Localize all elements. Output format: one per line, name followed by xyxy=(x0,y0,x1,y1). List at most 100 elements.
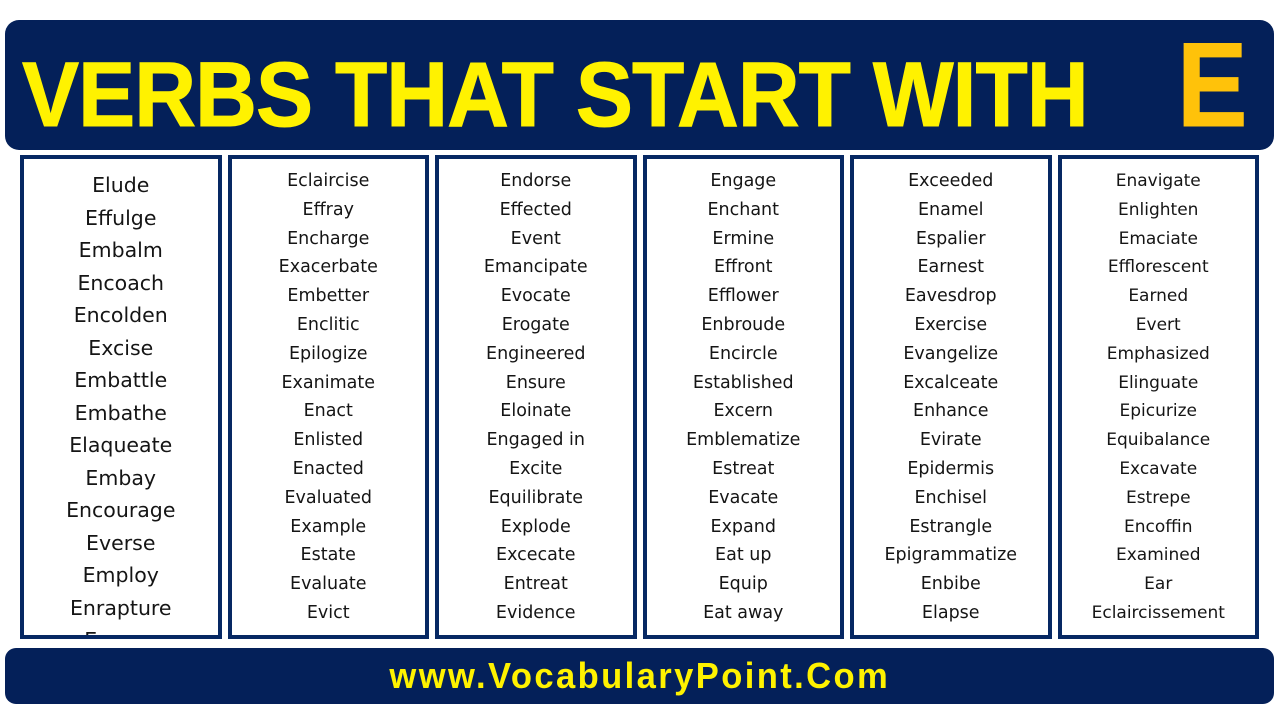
word-item: Excecate xyxy=(496,545,576,566)
word-item: Encoach xyxy=(77,270,165,295)
word-item: Enchisel xyxy=(914,487,987,508)
word-item: Espalier xyxy=(915,228,986,249)
word-item: Escape xyxy=(84,624,157,635)
word-item: Embalm xyxy=(78,238,163,262)
word-item: Enavigate xyxy=(1115,171,1201,191)
word-column-3: Endorse Effected Event Emancipate Evocate Ero… xyxy=(435,155,637,639)
word-column-2: Eclaircise Effray Encharge Exacerbate Embett… xyxy=(227,155,429,639)
page-title-main: VERBS THAT START WITH xyxy=(21,44,1089,146)
word-item: Exceeded xyxy=(908,171,994,191)
header-banner: VERBS THAT START WITH E xyxy=(5,20,1274,150)
word-column-4: Engage Enchant Ermine Effront Efflower Enbrou… xyxy=(642,155,844,639)
word-item: Engineered xyxy=(486,343,586,364)
word-item: Embattle xyxy=(74,368,168,392)
word-item: Expand xyxy=(710,516,776,537)
word-item: Enamel xyxy=(917,199,984,220)
word-item: Encoffin xyxy=(1124,516,1193,537)
word-item: Excern xyxy=(713,401,773,422)
word-item: Eat away xyxy=(703,602,784,623)
word-item: Earnest xyxy=(917,257,984,278)
word-item: Enhance xyxy=(913,401,989,422)
word-item: Enact xyxy=(303,401,353,422)
word-item: Eat up xyxy=(715,545,772,566)
word-item: Employ xyxy=(82,563,159,587)
word-item: Enlighten xyxy=(1118,199,1199,220)
word-item: Everse xyxy=(86,530,156,555)
word-item: Equilibrate xyxy=(488,487,584,508)
word-item: Evocate xyxy=(500,286,571,307)
word-item: Encircle xyxy=(708,343,778,364)
word-item: Epigrammatize xyxy=(884,545,1018,566)
word-item: Efflower xyxy=(707,286,779,307)
word-item: Enchant xyxy=(707,199,780,220)
word-item: Ear xyxy=(1144,574,1173,595)
word-item: Emphasized xyxy=(1106,343,1210,364)
page-title: VERBS THAT START WITH E xyxy=(5,20,1274,150)
word-item: Endorse xyxy=(500,171,572,191)
word-item: Exercise xyxy=(914,314,988,335)
word-item: Evangelize xyxy=(903,343,999,364)
word-item: Epicurize xyxy=(1119,401,1197,422)
word-item: Eloinate xyxy=(500,401,572,422)
word-item: Efflorescent xyxy=(1107,257,1209,278)
word-item: Elapse xyxy=(921,602,980,623)
word-item: Equibalance xyxy=(1106,430,1211,451)
word-item: Event xyxy=(510,228,561,249)
word-item: Ermine xyxy=(712,228,775,249)
word-item: Effront xyxy=(713,257,773,278)
page-title-letter: E xyxy=(1177,20,1248,150)
word-column-1: Elude Effulge Embalm Encoach Encolden Excise E… xyxy=(20,155,222,639)
word-item: Enbibe xyxy=(920,574,981,595)
word-item: Exanimate xyxy=(281,372,376,393)
website-url: www.VocabularyPoint.Com xyxy=(389,655,890,696)
word-item: Enlisted xyxy=(293,430,364,451)
word-item: Evert xyxy=(1135,314,1181,335)
word-item: Earned xyxy=(1128,286,1189,307)
word-item: Explode xyxy=(500,516,571,537)
word-item: Equip xyxy=(718,574,768,595)
word-item: Emaciate xyxy=(1118,228,1198,249)
word-item: Excavate xyxy=(1119,458,1198,479)
word-item: Eavesdrop xyxy=(904,286,997,307)
word-item: Elude xyxy=(92,173,150,197)
word-item: Emancipate xyxy=(483,257,588,278)
word-item: Excite xyxy=(509,458,563,479)
word-item: Exacerbate xyxy=(278,257,378,278)
word-item: Enbroude xyxy=(701,314,786,335)
word-item: Evirate xyxy=(919,430,982,451)
footer-banner: www.VocabularyPoint.Com xyxy=(5,648,1274,704)
word-item: Enacted xyxy=(292,458,364,479)
word-item: Estrangle xyxy=(909,516,993,537)
word-item: Embetter xyxy=(287,286,370,307)
word-item: Examined xyxy=(1115,545,1201,566)
word-item: Erogate xyxy=(501,314,570,335)
word-column-6: Enavigate Enlighten Emaciate Efflorescent Ea… xyxy=(1057,155,1259,639)
word-item: Evidence xyxy=(495,602,576,623)
word-item: Eclaircise xyxy=(287,171,370,191)
word-item: Elinguate xyxy=(1118,372,1199,393)
word-item: Encourage xyxy=(66,498,176,522)
word-item: Elaqueate xyxy=(69,433,173,457)
word-columns-container: Elude Effulge Embalm Encoach Encolden Excise E… xyxy=(20,155,1259,639)
word-item: Effected xyxy=(499,199,572,220)
poster-root: VERBS THAT START WITH E Elude Effulge Embal… xyxy=(0,0,1279,720)
word-item: Evaluate xyxy=(290,574,367,595)
word-item: Estreat xyxy=(712,458,775,479)
word-item: Excalceate xyxy=(903,372,999,393)
word-item: Evaluated xyxy=(284,487,373,508)
word-item: Enrapture xyxy=(69,595,172,620)
word-item: Evacate xyxy=(708,487,779,508)
word-item: Estrepe xyxy=(1125,487,1191,508)
word-item: Emblematize xyxy=(686,430,801,451)
word-item: Enclitic xyxy=(296,314,360,335)
word-item: Epilogize xyxy=(288,343,368,364)
word-item: Epidermis xyxy=(907,458,995,479)
word-item: Established xyxy=(692,372,794,393)
word-item: Excise xyxy=(88,335,154,360)
word-item: Effray xyxy=(302,199,354,220)
word-item: Entreat xyxy=(503,574,568,595)
word-item: Ensure xyxy=(505,372,566,393)
word-item: Engage xyxy=(710,171,777,191)
word-item: Example xyxy=(290,516,367,537)
word-item: Encharge xyxy=(287,228,370,249)
